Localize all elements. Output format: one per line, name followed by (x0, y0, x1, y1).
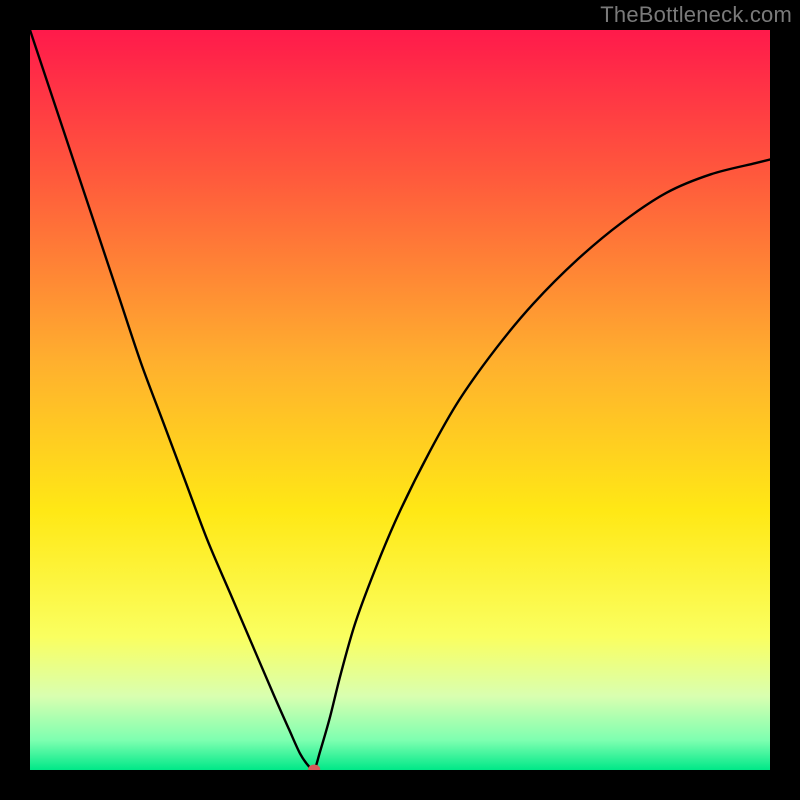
watermark-text: TheBottleneck.com (600, 2, 792, 28)
bottleneck-chart (30, 30, 770, 770)
gradient-background (30, 30, 770, 770)
plot-area (30, 30, 770, 770)
chart-frame: TheBottleneck.com (0, 0, 800, 800)
